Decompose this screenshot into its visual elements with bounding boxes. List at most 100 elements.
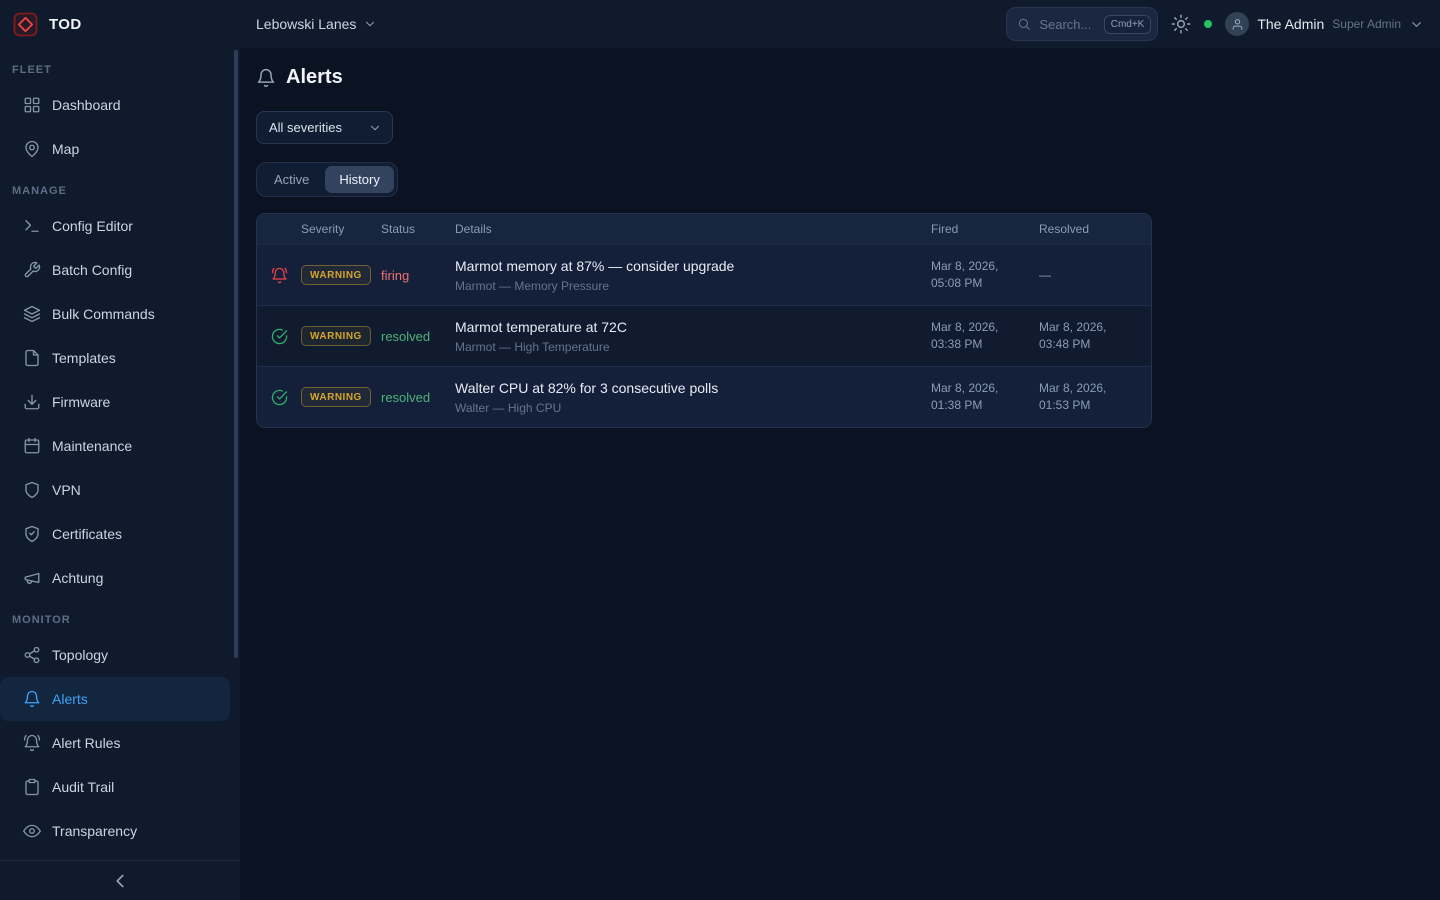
clipboard-icon	[23, 778, 41, 796]
avatar	[1225, 12, 1249, 36]
bell-ring-icon	[23, 734, 41, 752]
sidebar-item-achtung[interactable]: Achtung	[0, 556, 230, 600]
alert-row[interactable]: WARNING firing Marmot memory at 87% — co…	[257, 244, 1151, 305]
org-selector[interactable]: Lebowski Lanes	[256, 16, 377, 32]
alert-row[interactable]: WARNING resolved Walter CPU at 82% for 3…	[257, 366, 1151, 427]
tab-active[interactable]: Active	[260, 166, 323, 193]
status-text: firing	[381, 268, 455, 283]
severity-filter-select[interactable]: All severities	[256, 111, 393, 144]
bell-ring-icon	[271, 267, 288, 284]
sidebar-item-batch-config[interactable]: Batch Config	[0, 248, 230, 292]
sidebar-item-label: VPN	[52, 482, 81, 498]
sidebar: FLEET Dashboard Map MANAGE Config Editor…	[0, 48, 240, 900]
layers-icon	[23, 305, 41, 323]
dashboard-icon	[23, 96, 41, 114]
sidebar-item-map[interactable]: Map	[0, 127, 230, 171]
sidebar-item-label: Config Editor	[52, 218, 133, 234]
column-header-resolved: Resolved	[1039, 222, 1151, 236]
user-name: The Admin	[1257, 16, 1324, 32]
sidebar-scrollbar[interactable]	[234, 50, 238, 658]
severity-filter-value: All severities	[269, 120, 342, 135]
check-circle-icon	[271, 328, 288, 345]
sidebar-item-label: Certificates	[52, 526, 122, 542]
severity-badge: WARNING	[301, 387, 371, 407]
chevron-down-icon	[368, 121, 382, 135]
user-role-badge: Super Admin	[1332, 17, 1401, 31]
fired-timestamp: Mar 8, 2026, 05:08 PM	[931, 258, 1039, 292]
map-pin-icon	[23, 140, 41, 158]
resolved-timestamp: Mar 8, 2026, 03:48 PM	[1039, 319, 1151, 353]
user-menu[interactable]: The Admin Super Admin	[1225, 12, 1424, 36]
sidebar-item-label: Firmware	[52, 394, 110, 410]
alert-subtitle: Marmot — High Temperature	[455, 340, 931, 354]
alerts-tab-group: Active History	[256, 162, 398, 197]
download-icon	[23, 393, 41, 411]
sidebar-item-label: Alert Rules	[52, 735, 120, 751]
column-header-status: Status	[381, 222, 455, 236]
bell-icon	[23, 690, 41, 708]
sidebar-collapse-chevron-left-icon[interactable]	[109, 870, 131, 892]
shield-icon	[23, 481, 41, 499]
bell-icon	[256, 68, 276, 88]
sidebar-item-firmware[interactable]: Firmware	[0, 380, 230, 424]
page-title: Alerts	[286, 66, 343, 89]
app-title: TOD	[49, 16, 82, 33]
search-input[interactable]	[1039, 17, 1095, 32]
sidebar-section-manage: MANAGE	[0, 171, 240, 204]
sidebar-item-certificates[interactable]: Certificates	[0, 512, 230, 556]
sidebar-item-transparency[interactable]: Transparency	[0, 809, 230, 853]
resolved-timestamp: Mar 8, 2026, 01:53 PM	[1039, 380, 1151, 414]
user-icon	[1231, 18, 1244, 31]
sidebar-item-label: Achtung	[52, 570, 103, 586]
org-selector-label: Lebowski Lanes	[256, 16, 356, 32]
sidebar-item-alert-rules[interactable]: Alert Rules	[0, 721, 230, 765]
sidebar-item-alerts[interactable]: Alerts	[0, 677, 230, 721]
alert-details: Walter CPU at 82% for 3 consecutive poll…	[455, 380, 931, 415]
sidebar-item-topology[interactable]: Topology	[0, 633, 230, 677]
topbar: TOD Lebowski Lanes Cmd+K The Admin Super…	[0, 0, 1440, 48]
sidebar-item-label: Transparency	[52, 823, 137, 839]
fired-timestamp: Mar 8, 2026, 03:38 PM	[931, 319, 1039, 353]
alert-subtitle: Walter — High CPU	[455, 401, 931, 415]
main-content: Alerts All severities Active History Sev…	[240, 48, 1440, 900]
topbar-actions: Cmd+K The Admin Super Admin	[1006, 7, 1440, 41]
alert-details: Marmot temperature at 72C Marmot — High …	[455, 319, 931, 354]
wrench-icon	[23, 261, 41, 279]
calendar-icon	[23, 437, 41, 455]
sidebar-item-audit-trail[interactable]: Audit Trail	[0, 765, 230, 809]
sidebar-item-label: Bulk Commands	[52, 306, 155, 322]
connection-status-dot	[1204, 20, 1212, 28]
file-icon	[23, 349, 41, 367]
sidebar-item-maintenance[interactable]: Maintenance	[0, 424, 230, 468]
brand: TOD	[0, 11, 240, 38]
sidebar-item-templates[interactable]: Templates	[0, 336, 230, 380]
column-header-severity: Severity	[301, 222, 381, 236]
theme-toggle-sun-icon[interactable]	[1171, 14, 1191, 34]
shield-check-icon	[23, 525, 41, 543]
alert-row[interactable]: WARNING resolved Marmot temperature at 7…	[257, 305, 1151, 366]
column-header-details: Details	[455, 222, 931, 236]
sidebar-item-config-editor[interactable]: Config Editor	[0, 204, 230, 248]
tab-history[interactable]: History	[325, 166, 393, 193]
app-logo-icon	[12, 11, 39, 38]
check-circle-icon	[271, 389, 288, 406]
alert-title: Marmot temperature at 72C	[455, 319, 931, 335]
sidebar-item-dashboard[interactable]: Dashboard	[0, 83, 230, 127]
sidebar-item-bulk-commands[interactable]: Bulk Commands	[0, 292, 230, 336]
severity-badge: WARNING	[301, 326, 371, 346]
alert-details: Marmot memory at 87% — consider upgrade …	[455, 258, 931, 293]
megaphone-icon	[23, 569, 41, 587]
status-text: resolved	[381, 390, 455, 405]
fired-timestamp: Mar 8, 2026, 01:38 PM	[931, 380, 1039, 414]
topology-network-icon	[23, 646, 41, 664]
column-header-fired: Fired	[931, 222, 1039, 236]
sidebar-item-label: Batch Config	[52, 262, 132, 278]
search-box[interactable]: Cmd+K	[1006, 7, 1158, 41]
sidebar-item-vpn[interactable]: VPN	[0, 468, 230, 512]
terminal-icon	[23, 217, 41, 235]
chevron-down-icon	[1409, 17, 1424, 32]
table-body: WARNING firing Marmot memory at 87% — co…	[257, 244, 1151, 427]
chevron-down-icon	[363, 17, 377, 31]
sidebar-item-label: Audit Trail	[52, 779, 114, 795]
alerts-table: Severity Status Details Fired Resolved W…	[256, 213, 1152, 428]
